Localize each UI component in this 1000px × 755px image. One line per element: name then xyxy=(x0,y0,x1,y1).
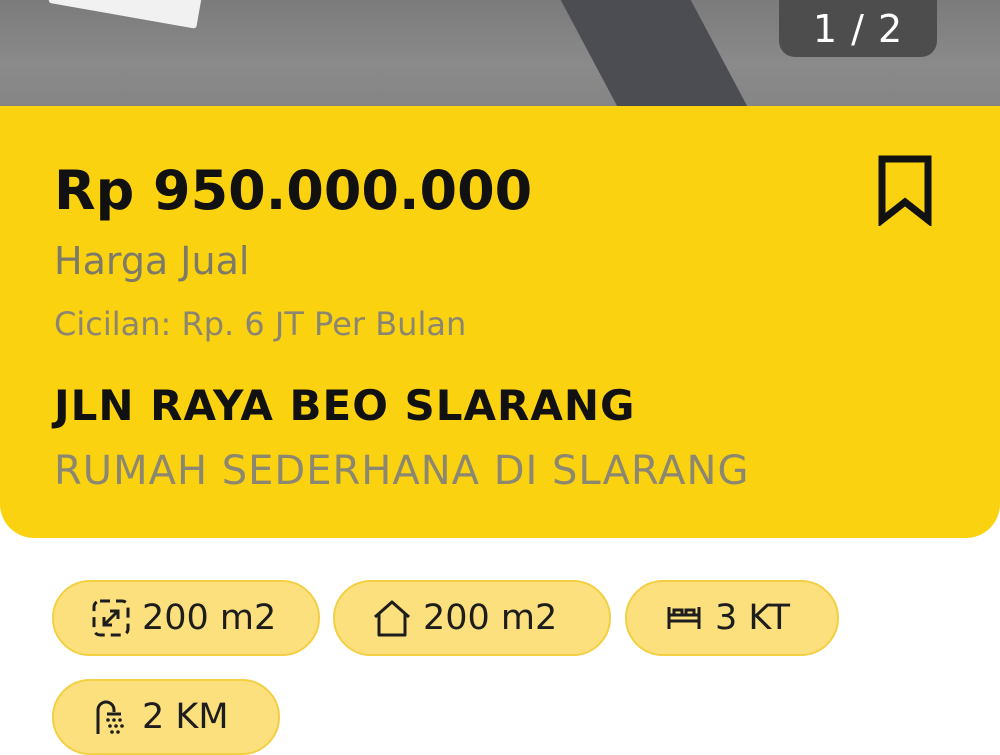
price-label: Harga Jual xyxy=(54,239,250,283)
listing-photo[interactable]: 1 / 2 xyxy=(0,0,1000,106)
feature-land-area: 200 m2 xyxy=(52,580,320,656)
feature-bathrooms: 2 KM xyxy=(52,679,280,755)
listing-info-card: Rp 950.000.000 Harga Jual Cicilan: Rp. 6… xyxy=(0,106,1000,538)
feature-value: 200 m2 xyxy=(142,598,277,638)
listing-street: JLN RAYA BEO SLARANG xyxy=(54,381,636,430)
bookmark-icon[interactable] xyxy=(877,154,933,226)
shower-icon xyxy=(96,700,124,734)
road-stripe xyxy=(555,0,755,106)
feature-bedrooms: 3 KT xyxy=(625,580,839,656)
listing-price: Rp 950.000.000 xyxy=(54,159,533,222)
photo-counter: 1 / 2 xyxy=(779,0,937,57)
listing-description: RUMAH SEDERHANA DI SLARANG xyxy=(54,448,750,494)
road-marking xyxy=(48,0,202,29)
feature-value: 3 KT xyxy=(715,598,791,638)
installment-text: Cicilan: Rp. 6 JT Per Bulan xyxy=(54,305,467,343)
house-icon xyxy=(374,600,410,637)
land-area-icon xyxy=(92,599,130,637)
bed-icon xyxy=(667,607,701,629)
feature-value: 200 m2 xyxy=(423,598,558,638)
feature-building-area: 200 m2 xyxy=(333,580,611,656)
feature-value: 2 KM xyxy=(142,697,229,737)
